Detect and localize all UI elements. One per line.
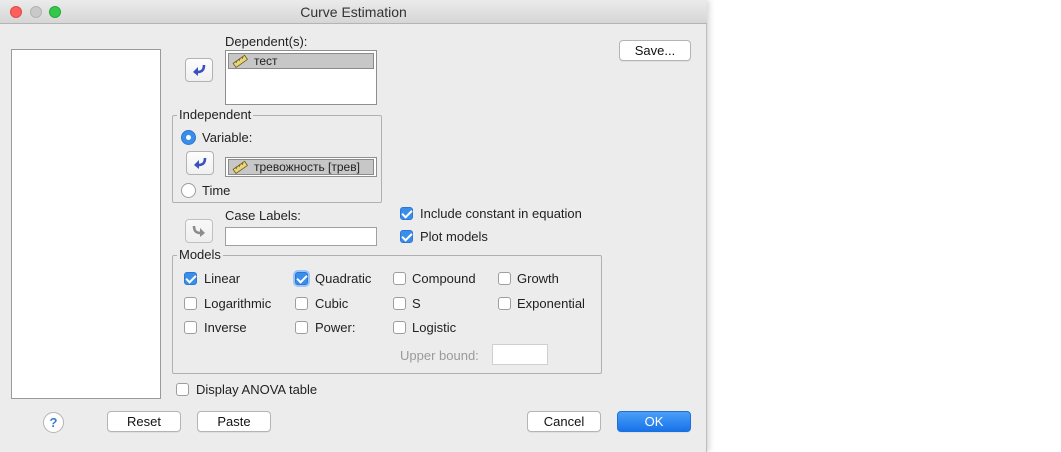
- source-variable-list[interactable]: [11, 49, 161, 399]
- compound-checkbox[interactable]: [393, 272, 406, 285]
- cubic-label: Cubic: [315, 296, 349, 311]
- compound-label: Compound: [412, 271, 476, 286]
- move-to-dependents-button[interactable]: [185, 58, 213, 82]
- logarithmic-checkbox[interactable]: [184, 297, 197, 310]
- linear-checkbox[interactable]: [184, 272, 197, 285]
- growth-label: Growth: [517, 271, 559, 286]
- exponential-checkbox[interactable]: [498, 297, 511, 310]
- independent-group-title: Independent: [177, 107, 254, 122]
- curve-estimation-dialog: Curve Estimation Dependent(s): тест Inde…: [0, 0, 707, 452]
- quadratic-checkbox[interactable]: [295, 272, 308, 285]
- save-button[interactable]: Save...: [619, 40, 691, 61]
- independent-time-radio[interactable]: [181, 183, 196, 198]
- logarithmic-label: Logarithmic: [204, 296, 272, 311]
- title-bar: Curve Estimation: [0, 0, 707, 24]
- display-anova-checkbox[interactable]: [176, 383, 189, 396]
- plot-models-label: Plot models: [420, 229, 488, 244]
- logistic-label: Logistic: [412, 320, 457, 335]
- help-icon[interactable]: ?: [43, 412, 64, 433]
- linear-label: Linear: [204, 271, 241, 286]
- inverse-label: Inverse: [204, 320, 247, 335]
- dependents-list[interactable]: тест: [225, 50, 377, 105]
- logistic-checkbox[interactable]: [393, 321, 406, 334]
- inverse-checkbox[interactable]: [184, 321, 197, 334]
- quadratic-label: Quadratic: [315, 271, 372, 286]
- independent-variable-radio[interactable]: [181, 130, 196, 145]
- upper-bound-field[interactable]: [492, 344, 548, 365]
- independent-variable-label: тревожность [трев]: [254, 160, 360, 174]
- ruler-icon: [232, 54, 248, 68]
- move-to-case-labels-button[interactable]: [185, 219, 213, 243]
- curved-arrow-right-icon: [192, 225, 205, 237]
- curved-arrow-icon: [194, 157, 207, 169]
- upper-bound-label: Upper bound:: [400, 348, 479, 363]
- paste-button[interactable]: Paste: [197, 411, 271, 432]
- growth-checkbox[interactable]: [498, 272, 511, 285]
- dependent-item-label: тест: [254, 54, 278, 68]
- display-anova-label: Display ANOVA table: [196, 382, 318, 397]
- reset-button[interactable]: Reset: [107, 411, 181, 432]
- curved-arrow-icon: [193, 64, 206, 76]
- window-title: Curve Estimation: [300, 4, 407, 20]
- cancel-button[interactable]: Cancel: [527, 411, 601, 432]
- move-to-independent-button[interactable]: [186, 151, 214, 175]
- dependents-label: Dependent(s):: [225, 34, 308, 49]
- power-label: Power:: [315, 320, 356, 335]
- ok-button[interactable]: OK: [617, 411, 691, 432]
- s-checkbox[interactable]: [393, 297, 406, 310]
- plot-models-checkbox[interactable]: [400, 230, 413, 243]
- independent-variable-item[interactable]: тревожность [трев]: [228, 159, 374, 175]
- include-constant-checkbox[interactable]: [400, 207, 413, 220]
- case-labels-field[interactable]: [225, 227, 377, 246]
- include-constant-label: Include constant in equation: [420, 206, 582, 221]
- independent-variable-field[interactable]: тревожность [трев]: [225, 157, 377, 177]
- time-radio-label: Time: [202, 183, 231, 198]
- dependent-item[interactable]: тест: [228, 53, 374, 69]
- s-label: S: [412, 296, 421, 311]
- power-checkbox[interactable]: [295, 321, 308, 334]
- case-labels-label: Case Labels:: [225, 208, 301, 223]
- ruler-icon: [232, 160, 248, 174]
- variable-radio-label: Variable:: [202, 130, 253, 145]
- models-group-title: Models: [177, 247, 223, 262]
- cubic-checkbox[interactable]: [295, 297, 308, 310]
- exponential-label: Exponential: [517, 296, 585, 311]
